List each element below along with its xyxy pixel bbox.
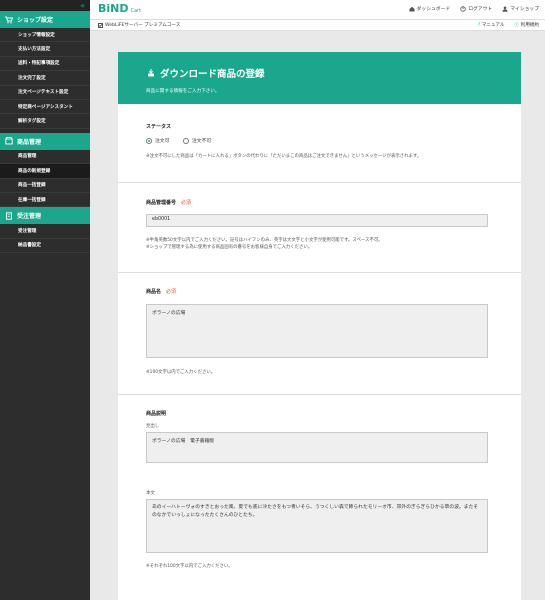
- cart-icon: [5, 16, 14, 24]
- logo-text: BiND: [98, 2, 129, 15]
- sidebar-item-shop-info[interactable]: ショップ情報設定: [0, 28, 90, 43]
- help-links: ? マニュアル ⓘ 利用規約: [478, 22, 539, 28]
- plan-label: WebLiFEサーバー プレミアムコース: [105, 23, 181, 28]
- product-code-label: 商品管理番号 必須: [146, 199, 493, 206]
- radio-label: 注文可: [155, 139, 170, 144]
- app-logo[interactable]: BiND Cart: [98, 2, 141, 18]
- description-label: 商品説明: [146, 411, 167, 417]
- product-name-note: ※100文字以内でご入力ください。: [146, 370, 216, 375]
- logout-label: ログアウト: [468, 7, 493, 12]
- heading-textarea[interactable]: ポラーノの広場 電子書籍版: [146, 432, 488, 463]
- help-icon: ?: [477, 23, 481, 28]
- sidebar-item-shipping[interactable]: 送料・特記事項設定: [0, 57, 90, 72]
- sidebar-section-product-management[interactable]: 商品管理: [0, 132, 90, 150]
- page-banner: ダウンロード商品の登録 商品に関する情報をご入力下さい。: [118, 52, 521, 104]
- sidebar-section-shop-settings[interactable]: ショップ設定: [0, 11, 90, 28]
- manual-label: マニュアル: [481, 23, 505, 28]
- product-code-note: ※半角英数50文字以内でご入力ください。記号はハイフンのみ、英字は大文字と小文字…: [146, 238, 383, 243]
- required-badge: 必須: [166, 289, 177, 295]
- dashboard-link[interactable]: ダッシュボード: [409, 5, 451, 12]
- sidebar-section-label: 受注管理: [17, 213, 42, 221]
- sidebar-section-label: ショップ設定: [17, 17, 54, 24]
- description-section: 商品説明 見出し ポラーノの広場 電子書籍版 本文 あのイーハトーヴォのすきとお…: [118, 395, 521, 600]
- sidebar-item-analytics-tag[interactable]: 解析タグ設定: [0, 114, 90, 129]
- info-icon: ⓘ: [514, 23, 520, 28]
- page-subtitle: 商品に関する情報をご入力下さい。: [146, 89, 220, 94]
- sidebar-item-bulk-stock[interactable]: 在庫一括登録: [0, 193, 90, 208]
- download-box-icon: [148, 69, 154, 77]
- status-radio-orderable[interactable]: 注文可: [146, 137, 169, 144]
- sidebar-item-order-complete[interactable]: 注文完了設定: [0, 71, 90, 86]
- sidebar-item-legal-assistant[interactable]: 特定商ページアシスタント: [0, 100, 90, 115]
- sidebar-item-order-page-text[interactable]: 注文ページテキスト設定: [0, 86, 90, 100]
- check-icon: [98, 22, 103, 28]
- product-code-note: ※ショップで管理する為に使用する商品固有の番号をお客様自身でご入力ください。: [146, 245, 313, 250]
- top-header: BiND Cart ダッシュボード ログアウト マイショップ: [90, 0, 545, 20]
- receipt-icon: [5, 212, 13, 220]
- plan-bar: WebLiFEサーバー プレミアムコース ? マニュアル ⓘ 利用規約: [90, 20, 545, 31]
- page-title-text: ダウンロード商品の登録: [160, 69, 265, 80]
- logout-icon: [460, 5, 466, 12]
- box-icon: [5, 137, 13, 145]
- radio-checked-icon: [146, 137, 152, 144]
- sidebar-item-invoice-settings[interactable]: 納品書設定: [0, 239, 90, 254]
- logo-subtext: Cart: [130, 8, 142, 14]
- logout-link[interactable]: ログアウト: [460, 5, 492, 12]
- radio-label: 注文不可: [192, 139, 212, 144]
- product-name-section: 商品名 必須 ポラーノの広場 ※100文字以内でご入力ください。: [118, 273, 521, 395]
- status-note: ※注文不可にした商品は「カートに入れる」ボタンの代わりに「ただいまこの商品はご注…: [146, 153, 422, 159]
- status-label: ステータス: [146, 124, 172, 130]
- sidebar-item-new-product[interactable]: 商品の新規登録: [0, 164, 90, 179]
- dashboard-icon: [409, 6, 415, 11]
- terms-link[interactable]: ⓘ 利用規約: [515, 22, 539, 28]
- sidebar-item-products[interactable]: 商品管理: [0, 150, 90, 165]
- product-code-input[interactable]: eb0001: [146, 214, 488, 227]
- page-title: ダウンロード商品の登録: [146, 66, 521, 80]
- heading-label: 見出し: [146, 424, 160, 429]
- product-name-label-text: 商品名: [146, 289, 162, 295]
- required-badge: 必須: [181, 200, 192, 206]
- body-textarea[interactable]: あのイーハトーヴォのすきとおった風、夏でも底に冷たさをもつ青いそら、うつくしい森…: [146, 499, 488, 553]
- product-code-label-text: 商品管理番号: [146, 200, 177, 206]
- sidebar-item-orders[interactable]: 受注管理: [0, 224, 90, 239]
- collapse-sidebar-icon[interactable]: «: [80, 1, 85, 10]
- dashboard-label: ダッシュボード: [416, 7, 451, 12]
- body-label: 本文: [146, 491, 155, 496]
- sidebar: « ショップ設定 ショップ情報設定 支払い方法設定 送料・特記事項設定 注文完了…: [0, 0, 90, 600]
- product-name-textarea[interactable]: ポラーノの広場: [146, 304, 488, 358]
- sidebar-section-label: 商品管理: [17, 138, 42, 146]
- product-name-label: 商品名 必須: [146, 288, 493, 295]
- sidebar-item-bulk-products[interactable]: 商品一括登録: [0, 179, 90, 193]
- radio-unchecked-icon: [183, 137, 189, 144]
- myshop-link[interactable]: マイショップ: [502, 5, 539, 12]
- terms-label: 利用規約: [520, 23, 539, 28]
- description-note: ※それぞれ100文字以内でご入力ください。: [146, 564, 233, 569]
- sidebar-section-order-management[interactable]: 受注管理: [0, 207, 90, 225]
- person-icon: [502, 6, 508, 12]
- status-radio-not-orderable[interactable]: 注文不可: [183, 137, 211, 144]
- header-nav: ダッシュボード ログアウト マイショップ: [409, 5, 539, 12]
- status-section: ステータス 注文可 注文不可 ※注文不可にした商品は「カートに入れる」ボタンの代…: [118, 104, 521, 183]
- sidebar-item-payment[interactable]: 支払い方法設定: [0, 42, 90, 57]
- sidebar-top: «: [0, 0, 90, 11]
- main-form-panel: ダウンロード商品の登録 商品に関する情報をご入力下さい。 ステータス 注文可 注…: [118, 52, 521, 600]
- manual-link[interactable]: ? マニュアル: [478, 22, 505, 28]
- status-radio-group: 注文可 注文不可: [146, 137, 493, 146]
- myshop-label: マイショップ: [510, 7, 539, 12]
- product-code-section: 商品管理番号 必須 eb0001 ※半角英数50文字以内でご入力ください。記号はハ…: [118, 183, 521, 273]
